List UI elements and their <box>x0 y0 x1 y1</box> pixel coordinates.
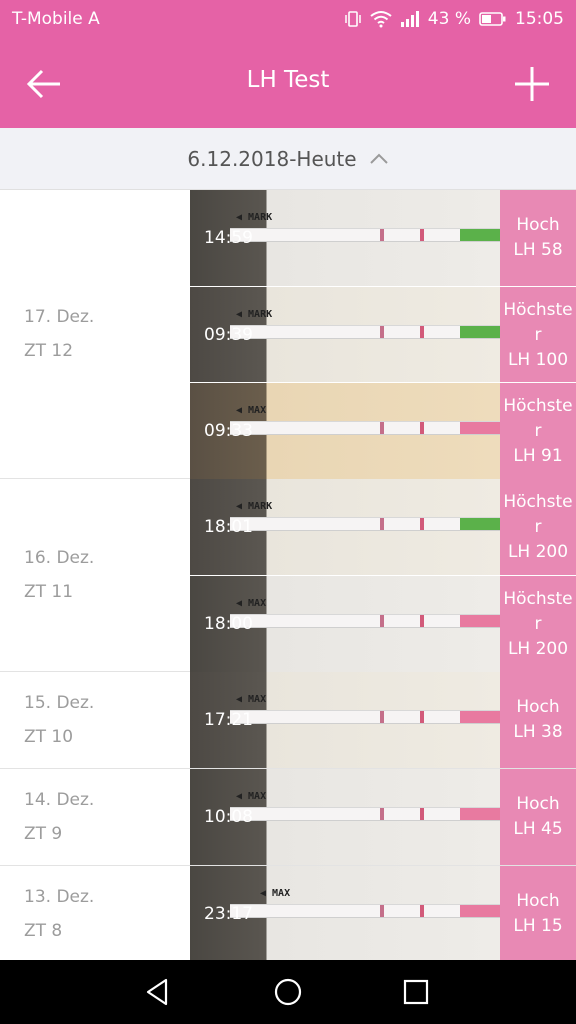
date-group: 16. Dez. ZT 11 ◀ MARK 18:01 Höchster LH … <box>0 479 576 672</box>
level-value: LH 15 <box>513 916 563 936</box>
vibrate-icon <box>345 11 361 27</box>
level-label: Hoch <box>516 697 560 717</box>
clock: 15:05 <box>515 9 564 29</box>
level-value: LH 38 <box>513 722 563 742</box>
app-bar: LH Test <box>0 40 576 128</box>
lh-level-badge: Höchster LH 91 <box>500 383 576 479</box>
status-bar: T-Mobile A 43 % 15:05 <box>0 0 576 40</box>
test-time: 23:17 <box>204 904 253 924</box>
status-icons: 43 % 15:05 <box>344 9 564 29</box>
lh-level-badge: Hoch LH 15 <box>500 866 576 960</box>
level-value: LH 200 <box>507 638 569 659</box>
battery-percent: 43 % <box>427 9 471 29</box>
group-date: 17. Dez. <box>24 307 95 327</box>
system-nav-bar <box>0 960 576 1024</box>
test-entry[interactable]: ◀ MARK 09:39 Höchster LH 100 <box>190 286 576 383</box>
date-column: 17. Dez. ZT 12 <box>0 190 190 478</box>
level-label: Hoch <box>516 891 560 911</box>
lh-level-badge: Hoch LH 58 <box>500 190 576 286</box>
test-entry[interactable]: ◀ MARK 14:59 Hoch LH 58 <box>190 190 576 286</box>
level-value: LH 58 <box>513 240 563 260</box>
group-cycle-day: ZT 8 <box>24 921 63 941</box>
group-date: 14. Dez. <box>24 790 95 810</box>
group-date: 16. Dez. <box>24 548 95 568</box>
triangle-back-icon[interactable] <box>142 976 174 1008</box>
square-recents-icon[interactable] <box>400 976 432 1008</box>
level-label: Höchster <box>503 395 573 441</box>
test-time: 17:21 <box>204 710 253 730</box>
group-date: 13. Dez. <box>24 887 95 907</box>
date-column: 14. Dez. ZT 9 <box>0 769 190 865</box>
date-group: 17. Dez. ZT 12 ◀ MARK 14:59 Hoch LH 58 ◀… <box>0 190 576 479</box>
lh-level-badge: Hoch LH 45 <box>500 769 576 865</box>
date-range-selector[interactable]: 6.12.2018-Heute <box>0 128 576 190</box>
test-strip-photo: ◀ MARK 14:59 <box>190 190 500 286</box>
test-time: 18:01 <box>204 517 253 537</box>
date-range-label: 6.12.2018-Heute <box>187 146 357 171</box>
level-label: Höchster <box>503 588 573 634</box>
test-time: 10:08 <box>204 807 253 827</box>
battery-icon <box>479 12 506 26</box>
date-column: 13. Dez. ZT 8 <box>0 866 190 960</box>
lh-level-badge: Hoch LH 38 <box>500 672 576 768</box>
test-entry[interactable]: ◀ MAX 17:21 Hoch LH 38 <box>190 672 576 768</box>
circle-home-icon[interactable] <box>272 976 304 1008</box>
test-strip-photo: ◀ MAX 17:21 <box>190 672 500 768</box>
group-cycle-day: ZT 12 <box>24 341 74 361</box>
group-cycle-day: ZT 11 <box>24 582 74 602</box>
test-entry[interactable]: ◀ MAX 23:17 Hoch LH 15 <box>190 866 576 960</box>
test-time: 09:39 <box>204 325 253 345</box>
level-label: Hoch <box>516 794 560 814</box>
page-title: LH Test <box>246 67 330 93</box>
test-strip-photo: ◀ MAX 10:08 <box>190 769 500 865</box>
date-group: 15. Dez. ZT 10 ◀ MAX 17:21 Hoch LH 38 <box>0 672 576 769</box>
level-value: LH 200 <box>507 541 569 562</box>
test-strip-photo: ◀ MARK 18:01 <box>190 479 500 575</box>
date-column: 15. Dez. ZT 10 <box>0 672 190 768</box>
lh-test-list: 17. Dez. ZT 12 ◀ MARK 14:59 Hoch LH 58 ◀… <box>0 190 576 960</box>
lh-level-badge: Höchster LH 200 <box>500 576 576 672</box>
wifi-icon <box>370 11 392 28</box>
lh-level-badge: Höchster LH 100 <box>500 287 576 383</box>
carrier-name: T-Mobile A <box>12 9 100 29</box>
level-label: Höchster <box>503 491 573 537</box>
level-value: LH 91 <box>513 445 563 466</box>
chevron-up-icon <box>369 153 388 164</box>
test-time: 09:33 <box>204 421 253 441</box>
test-entry[interactable]: ◀ MAX 09:33 Höchster LH 91 <box>190 382 576 479</box>
date-group: 13. Dez. ZT 8 ◀ MAX 23:17 Hoch LH 15 <box>0 866 576 960</box>
level-label: Höchster <box>503 299 573 345</box>
level-value: LH 100 <box>507 349 569 370</box>
test-time: 18:00 <box>204 614 253 634</box>
group-cycle-day: ZT 10 <box>24 727 74 747</box>
test-entry[interactable]: ◀ MARK 18:01 Höchster LH 200 <box>190 479 576 575</box>
plus-icon[interactable] <box>510 62 554 106</box>
lh-level-badge: Höchster LH 200 <box>500 479 576 575</box>
test-entry[interactable]: ◀ MAX 18:00 Höchster LH 200 <box>190 575 576 672</box>
date-column: 16. Dez. ZT 11 <box>0 479 190 671</box>
test-strip-photo: ◀ MARK 09:39 <box>190 287 500 383</box>
group-cycle-day: ZT 9 <box>24 824 63 844</box>
test-time: 14:59 <box>204 228 253 248</box>
date-group: 14. Dez. ZT 9 ◀ MAX 10:08 Hoch LH 45 <box>0 769 576 866</box>
level-value: LH 45 <box>513 819 563 839</box>
test-strip-photo: ◀ MAX 09:33 <box>190 383 500 479</box>
level-label: Hoch <box>516 215 560 235</box>
test-strip-photo: ◀ MAX 23:17 <box>190 866 500 960</box>
test-strip-photo: ◀ MAX 18:00 <box>190 576 500 672</box>
test-entry[interactable]: ◀ MAX 10:08 Hoch LH 45 <box>190 769 576 865</box>
group-date: 15. Dez. <box>24 693 95 713</box>
signal-icon <box>400 11 419 27</box>
